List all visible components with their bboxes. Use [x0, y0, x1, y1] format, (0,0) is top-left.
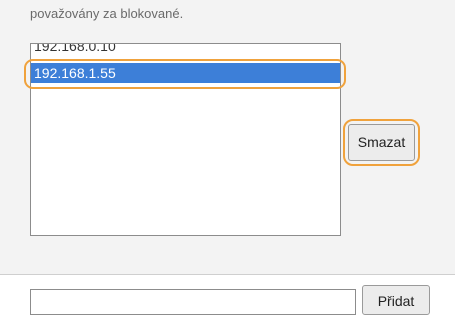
new-ip-input[interactable] — [30, 289, 356, 315]
blocked-description: považovány za blokované. — [30, 6, 184, 21]
ip-filter-panel: považovány za blokované. 192.168.0.10 19… — [0, 0, 455, 274]
section-divider — [0, 274, 455, 275]
ip-address-list[interactable]: 192.168.0.10 192.168.1.55 — [30, 43, 341, 236]
delete-button[interactable]: Smazat — [348, 124, 415, 161]
add-button[interactable]: Přidat — [362, 285, 430, 315]
list-item[interactable]: 192.168.0.10 — [31, 44, 340, 56]
list-item-selected[interactable]: 192.168.1.55 — [31, 63, 340, 83]
